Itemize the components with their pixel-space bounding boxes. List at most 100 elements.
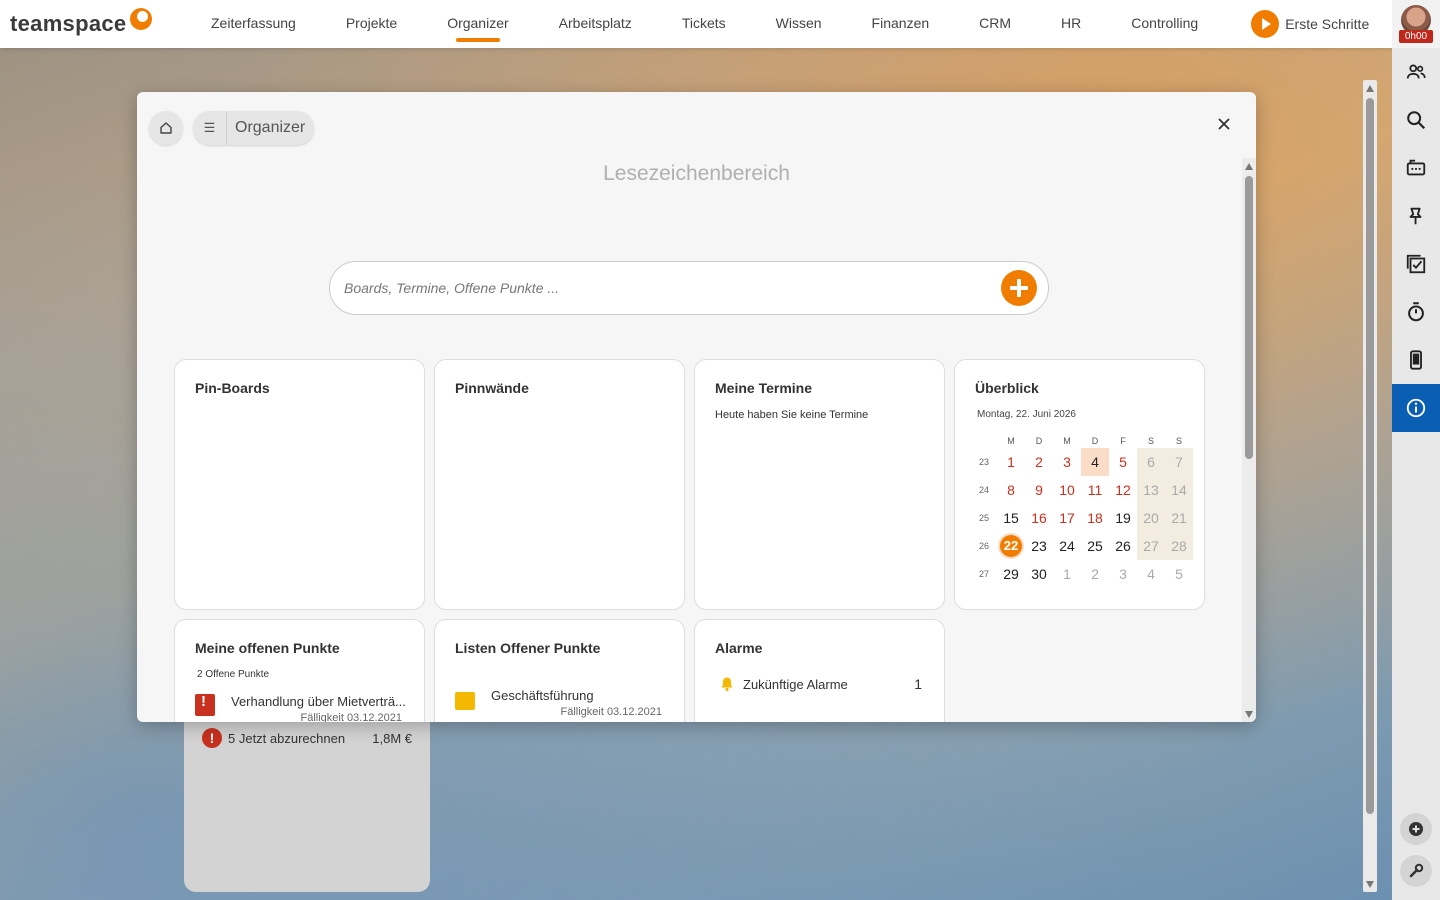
note-icon	[455, 692, 475, 710]
users-icon[interactable]	[1392, 48, 1440, 96]
calendar-day[interactable]: 5	[1165, 560, 1193, 588]
calendar-day[interactable]: 19	[1109, 504, 1137, 532]
info-icon[interactable]	[1392, 384, 1440, 432]
breadcrumb-label: Organizer	[235, 119, 306, 136]
add-bookmark-button[interactable]	[1001, 270, 1037, 306]
card-listen-offener-punkte[interactable]: Listen Offener Punkte Geschäftsführung F…	[434, 619, 685, 722]
add-widget-icon[interactable]	[1400, 813, 1432, 845]
scrollbar-thumb[interactable]	[1366, 98, 1374, 814]
calendar-day[interactable]: 10	[1053, 476, 1081, 504]
billing-amount: 1,8M €	[372, 730, 412, 746]
nav-wissen[interactable]: Wissen	[751, 0, 847, 48]
nav-tickets[interactable]: Tickets	[657, 0, 751, 48]
nav-hr[interactable]: HR	[1036, 0, 1106, 48]
close-icon[interactable]	[1216, 116, 1232, 132]
calendar-day[interactable]: 4	[1137, 560, 1165, 588]
calendar-day[interactable]: 3	[1053, 448, 1081, 476]
billing-widget[interactable]: ! 5 Jetzt abzurechnen 1,8M €	[184, 700, 430, 892]
calendar-day[interactable]: 2	[1025, 448, 1053, 476]
calendar-day[interactable]: 30	[1025, 560, 1053, 588]
today-marker: 22	[1000, 535, 1022, 557]
card-meine-offenen-punkte[interactable]: Meine offenen Punkte 2 Offene Punkte ! V…	[174, 619, 425, 722]
calendar-day[interactable]: 9	[1025, 476, 1053, 504]
scroll-up-icon[interactable]	[1245, 163, 1253, 170]
calendar-day[interactable]: 1	[1053, 560, 1081, 588]
inbox-icon[interactable]	[1392, 144, 1440, 192]
teamspace-logo[interactable]: teamspace	[10, 8, 186, 37]
nav-finanzen[interactable]: Finanzen	[847, 0, 955, 48]
calendar-day[interactable]: 16	[1025, 504, 1053, 532]
weekday-label: S	[1147, 436, 1154, 446]
list-item[interactable]: ! Verhandlung über Mietverträ... Fälligk…	[195, 692, 406, 722]
nav-crm[interactable]: CRM	[954, 0, 1036, 48]
calendar-day[interactable]: 2	[1081, 560, 1109, 588]
calendar-day[interactable]: 3	[1109, 560, 1137, 588]
calendar-day[interactable]: 20	[1137, 504, 1165, 532]
bell-icon	[721, 677, 733, 692]
calendar-day[interactable]: 24	[1053, 532, 1081, 560]
nav-organizer[interactable]: Organizer	[422, 0, 533, 48]
scroll-up-icon[interactable]	[1366, 85, 1374, 92]
search-input[interactable]	[344, 262, 974, 314]
wrench-icon[interactable]	[1400, 855, 1432, 887]
alarm-row[interactable]: Zukünftige Alarme 1	[719, 676, 922, 692]
card-title: Meine offenen Punkte	[195, 640, 340, 656]
home-button[interactable]	[149, 111, 183, 145]
organizer-modal: ☰ Organizer Lesezeichenbereich Pin-Board…	[137, 92, 1256, 722]
alarm-count: 1	[914, 676, 922, 692]
page-title: Lesezeichenbereich	[603, 162, 790, 185]
calendar-day[interactable]: 12	[1109, 476, 1137, 504]
search-icon[interactable]	[1392, 96, 1440, 144]
first-steps-button[interactable]: Erste Schritte	[1251, 10, 1369, 38]
tasks-icon[interactable]	[1392, 240, 1440, 288]
calendar-day[interactable]: 5	[1109, 448, 1137, 476]
right-sidebar: 0h00	[1392, 0, 1440, 900]
calendar-day[interactable]: 29	[997, 560, 1025, 588]
nav-controlling[interactable]: Controlling	[1106, 0, 1223, 48]
billing-row[interactable]: ! 5 Jetzt abzurechnen 1,8M €	[202, 728, 412, 748]
stopwatch-icon[interactable]	[1392, 288, 1440, 336]
calendar-day[interactable]: 17	[1053, 504, 1081, 532]
calendar-day[interactable]: 28	[1165, 532, 1193, 560]
calendar-day[interactable]: 1	[997, 448, 1025, 476]
scroll-down-icon[interactable]	[1245, 711, 1253, 718]
calendar-day[interactable]: 11	[1081, 476, 1109, 504]
nav-projekte[interactable]: Projekte	[321, 0, 422, 48]
menu-icon[interactable]: ☰	[193, 111, 227, 145]
pin-icon[interactable]	[1392, 192, 1440, 240]
calendar-day[interactable]: 13	[1137, 476, 1165, 504]
calendar-day[interactable]: 23	[1025, 532, 1053, 560]
page-scrollbar[interactable]	[1363, 80, 1377, 892]
calendar-day[interactable]: 8	[997, 476, 1025, 504]
card-meine-termine[interactable]: Meine Termine Heute haben Sie keine Term…	[694, 359, 945, 610]
user-menu[interactable]: 0h00	[1392, 0, 1440, 48]
calendar-day[interactable]: 18	[1081, 504, 1109, 532]
calendar-day[interactable]: 4	[1081, 448, 1109, 476]
calendar-day[interactable]: 7	[1165, 448, 1193, 476]
scroll-down-icon[interactable]	[1366, 881, 1374, 888]
calendar-day[interactable]: 25	[1081, 532, 1109, 560]
modal-scrollbar[interactable]	[1242, 158, 1256, 722]
card-pinnwaende[interactable]: Pinnwände	[434, 359, 685, 610]
calendar-day[interactable]: 6	[1137, 448, 1165, 476]
card-pin-boards[interactable]: Pin-Boards	[174, 359, 425, 610]
nav-zeiterfassung[interactable]: Zeiterfassung	[186, 0, 321, 48]
nav-arbeitsplatz[interactable]: Arbeitsplatz	[534, 0, 657, 48]
list-item[interactable]: Geschäftsführung Fälligkeit 03.12.2021	[455, 686, 666, 720]
logo-icon	[130, 8, 153, 30]
scrollbar-thumb[interactable]	[1245, 176, 1253, 459]
calendar-day[interactable]: 27	[1137, 532, 1165, 560]
week-number: 27	[978, 569, 989, 579]
card-ueberblick[interactable]: Überblick Montag, 22. Juni 2026 M D M D …	[954, 359, 1205, 610]
calendar-day[interactable]: 14	[1165, 476, 1193, 504]
calendar-day-today[interactable]: 22	[997, 532, 1025, 560]
first-steps-label: Erste Schritte	[1285, 16, 1370, 32]
calendar-day[interactable]: 21	[1165, 504, 1193, 532]
play-icon	[1251, 10, 1280, 38]
item-title: Verhandlung über Mietverträ...	[231, 694, 406, 709]
card-alarme[interactable]: Alarme Zukünftige Alarme 1	[694, 619, 945, 722]
calendar-day[interactable]: 15	[997, 504, 1025, 532]
breadcrumb-organizer[interactable]: ☰ Organizer	[193, 111, 315, 145]
calendar-day[interactable]: 26	[1109, 532, 1137, 560]
mobile-icon[interactable]	[1392, 336, 1440, 384]
